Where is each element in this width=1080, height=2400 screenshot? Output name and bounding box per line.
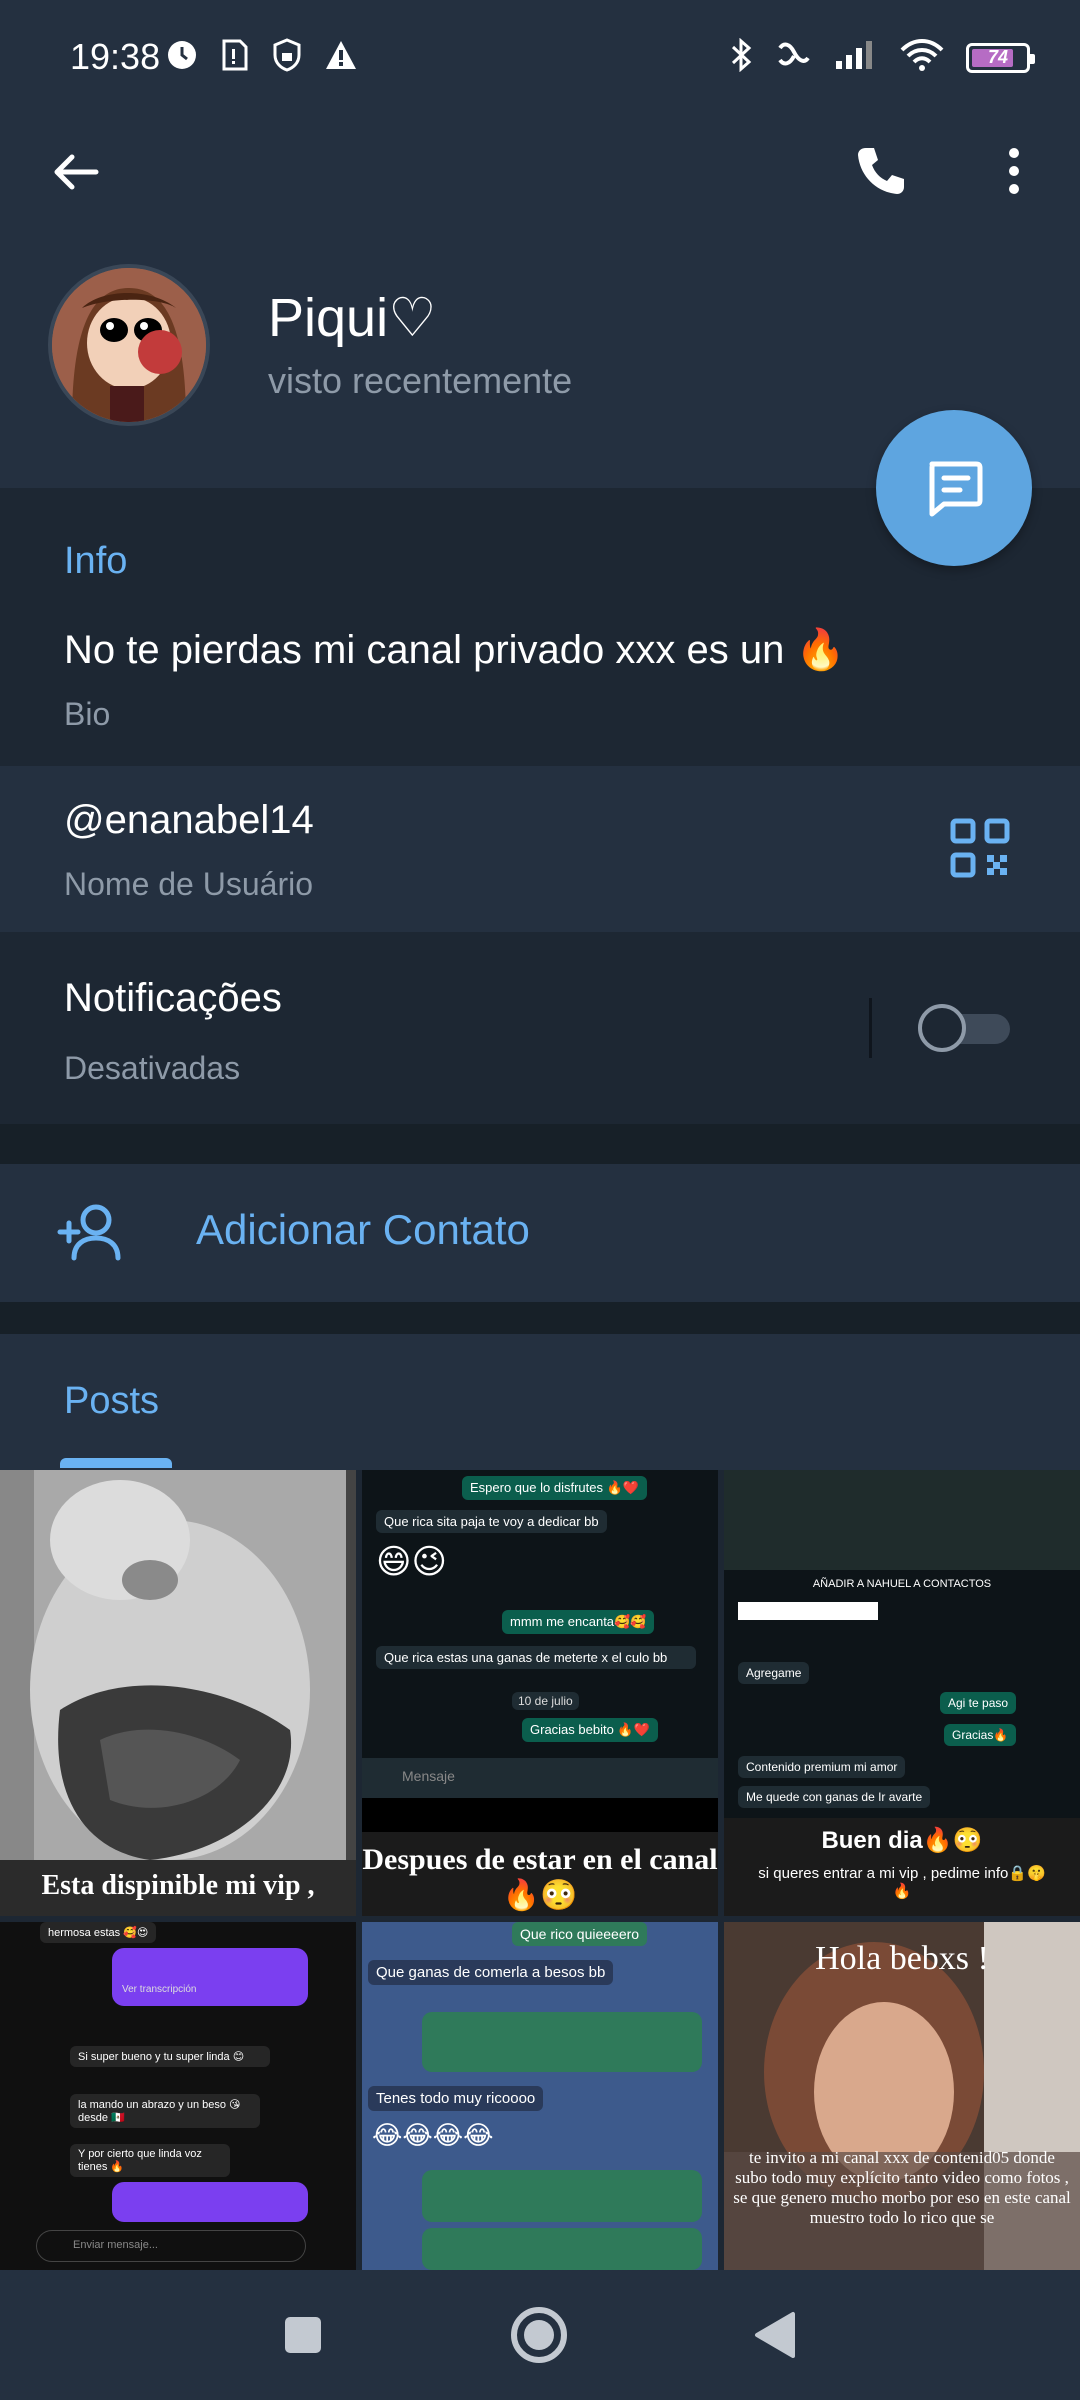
square-icon (285, 2317, 321, 2353)
posts-grid: Esta dispinible mi vip , Espero que lo d… (0, 1470, 1080, 2270)
more-vertical-icon (1009, 148, 1019, 194)
call-button[interactable] (848, 138, 914, 204)
profile-name: Piqui♡ (268, 288, 437, 348)
nav-back-button[interactable] (740, 2300, 810, 2370)
vpn-icon (272, 38, 302, 77)
chat-bubble: Que rica sita paja te voy a dedicar bb (376, 1510, 607, 1533)
add-contact-row[interactable]: Adicionar Contato (0, 1164, 1080, 1302)
battery-level: 74 (987, 47, 1009, 67)
voice-message (422, 2228, 702, 2270)
status-time: 19:38 (70, 36, 161, 77)
notifications-title: Notificações (64, 976, 282, 1020)
chat-bubble: Espero que lo disfrutes 🔥❤️ (462, 1476, 647, 1500)
home-button[interactable] (504, 2300, 574, 2370)
message-fab[interactable] (876, 410, 1032, 566)
chat-bubble: Gracias🔥 (944, 1724, 1017, 1746)
add-user-icon (56, 1198, 126, 1268)
recents-button[interactable] (268, 2300, 338, 2370)
username-row[interactable]: @enanabel14 Nome de Usuário (0, 766, 1080, 932)
voice-message: Ver transcripción (112, 1948, 308, 2006)
chat-bubble: Gracias bebito 🔥❤️ (522, 1718, 658, 1742)
voice-message (422, 2012, 702, 2072)
bluetooth-icon (728, 37, 754, 77)
emoji-message: 😄😉 (376, 1543, 447, 1581)
more-options-button[interactable] (990, 138, 1038, 204)
signal-icon (834, 39, 878, 76)
post-title: Hola bebxs ! (815, 1940, 989, 1977)
voice-message (422, 2170, 702, 2222)
emoji-message: 😂😂😂😂 (372, 2120, 494, 2150)
triangle-back-icon (755, 2312, 795, 2358)
post-caption: Buen dia🔥😳 (821, 1827, 983, 1854)
dialog-title: AÑADIR A NAHUEL A CONTACTOS (812, 1578, 992, 1590)
post-caption: Esta dispinible mi vip , (41, 1870, 315, 1901)
chat-bubble: Agi te paso (940, 1692, 1017, 1714)
chat-bubble: Que ganas de comerla a besos bb (368, 1960, 614, 1985)
chat-bubble: Si super bueno y tu super linda 😊 (70, 2046, 270, 2067)
chat-bubble: la mando un abrazo y un beso 😘desde 🇲🇽 (70, 2094, 260, 2128)
last-seen-status: visto recentemente (268, 360, 573, 401)
message-input: Enviar mensaje... (73, 2239, 158, 2251)
message-input: Mensaje (402, 1768, 455, 1784)
bio-text[interactable]: No te pierdas mi canal privado xxx es un… (64, 626, 845, 673)
bio-label: Bio (64, 696, 111, 732)
username-label: Nome de Usuário (64, 866, 313, 902)
avatar[interactable] (48, 264, 210, 426)
post-subcaption: si queres entrar a mi vip , pedime info🔒… (758, 1865, 1046, 1900)
qr-code-button[interactable] (950, 818, 1010, 878)
post-thumbnail[interactable]: Hola bebxs ! te invito a mi canal xxx de… (724, 1922, 1080, 2270)
post-caption: te invito a mi canal xxx de contenid05 d… (733, 2148, 1071, 2227)
divider (869, 998, 872, 1058)
section-divider (0, 1302, 1080, 1334)
notifications-row[interactable]: Notificações Desativadas (0, 932, 1080, 1124)
link-icon (774, 38, 814, 77)
section-divider (0, 1124, 1080, 1164)
home-circle-icon (511, 2307, 567, 2363)
battery-icon: 74 (966, 42, 1035, 73)
voice-transcription-link: Ver transcripción (122, 1984, 197, 1995)
notifications-toggle[interactable] (918, 1004, 1014, 1052)
voice-message (112, 2182, 308, 2222)
add-contact-label: Adicionar Contato (196, 1206, 530, 1253)
post-thumbnail[interactable]: Espero que lo disfrutes 🔥❤️ Que rica sit… (362, 1470, 718, 1916)
tab-posts[interactable]: Posts (64, 1380, 159, 1423)
post-thumbnail[interactable]: AÑADIR A NAHUEL A CONTACTOS Agregame Agi… (724, 1470, 1080, 1916)
chat-bubble: Y por cierto que linda voz tienes 🔥 (70, 2144, 230, 2177)
chat-bubble: Me quede con ganas de Ir avarte (738, 1786, 931, 1808)
posts-tabs: Posts (0, 1334, 1080, 1470)
qr-code-icon (950, 818, 1010, 878)
back-button[interactable] (44, 140, 108, 204)
chat-bubble: hermosa estas 🥰😍 (40, 1922, 157, 1943)
post-thumbnail[interactable]: Que rico quieeeero Que ganas de comerla … (362, 1922, 718, 2270)
post-thumbnail[interactable]: Esta dispinible mi vip , (0, 1470, 356, 1916)
username-text[interactable]: @enanabel14 (64, 798, 314, 843)
clock-icon (166, 39, 198, 76)
arrow-left-icon (54, 154, 99, 190)
chat-bubble-icon (929, 461, 983, 517)
chat-bubble: Que rica estas una ganas de meterte x el… (376, 1646, 696, 1669)
post-thumbnail[interactable]: hermosa estas 🥰😍 Ver transcripción Si su… (0, 1922, 356, 2270)
date-separator: 10 de julio (512, 1692, 579, 1710)
tab-indicator (60, 1458, 172, 1468)
chat-bubble: Tenes todo muy ricoooo (368, 2086, 544, 2111)
notifications-state: Desativadas (64, 1050, 241, 1086)
phone-nav-bar (362, 1798, 718, 1832)
sim-icon (220, 39, 250, 76)
wifi-icon (898, 38, 946, 77)
warning-icon (324, 39, 358, 76)
post-caption: Despues de estar en el canal 🔥😳 (362, 1843, 718, 1912)
system-nav-bar (0, 2270, 1080, 2400)
chat-bubble: Que rico quieeeero (512, 1922, 648, 1946)
chat-bubble: mmm me encanta🥰🥰 (502, 1610, 655, 1634)
status-bar: 19:38 74 (0, 0, 1080, 118)
chat-bubble: Agregame (738, 1662, 810, 1684)
post-image (0, 1470, 356, 1916)
phone-icon (858, 148, 904, 194)
chat-bubble: Contenido premium mi amor (738, 1756, 906, 1778)
info-title: Info (64, 540, 128, 582)
